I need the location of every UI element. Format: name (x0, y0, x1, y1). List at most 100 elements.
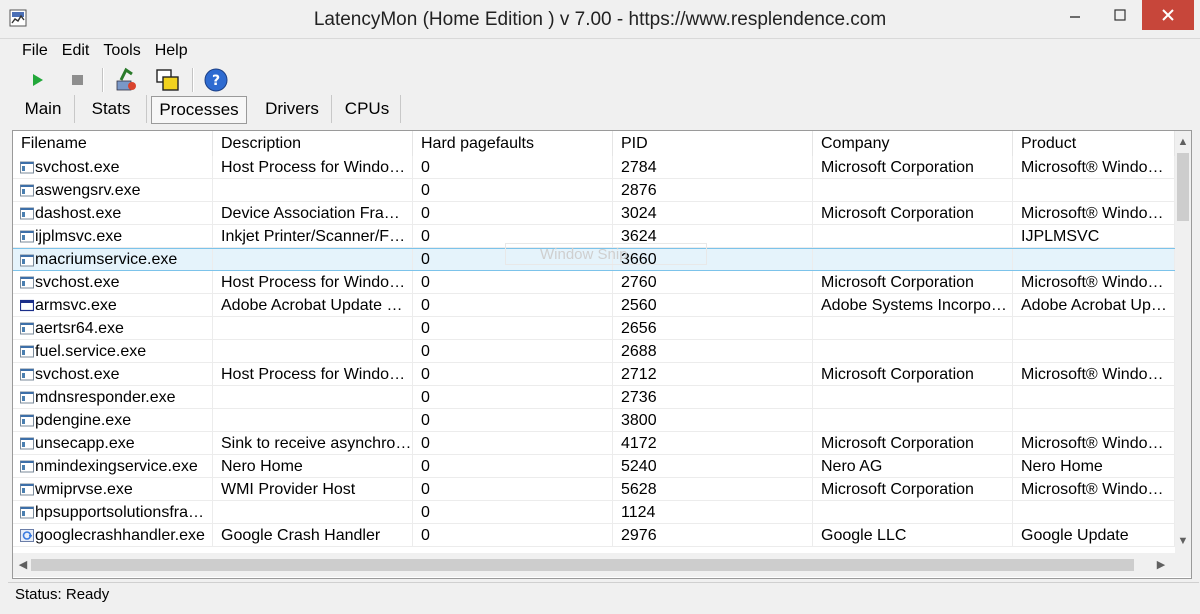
cell-text: 0 (421, 182, 430, 199)
table-row[interactable]: fuel.service.exe 0 2688 (13, 340, 1175, 363)
scroll-right-icon[interactable]: ▶ (1153, 557, 1169, 573)
column-header-pid[interactable]: PID (613, 131, 813, 156)
processes-table: Filename Description Hard pagefaults PID… (12, 130, 1192, 579)
cell-text: aertsr64.exe (35, 320, 124, 337)
table-row[interactable]: hpsupportsolutionsframeworkservice.exe 0 1… (13, 501, 1175, 524)
cell-pid: 3024 (613, 202, 813, 225)
column-header-description[interactable]: Description (213, 131, 413, 156)
horizontal-scroll-thumb[interactable] (31, 559, 1134, 571)
close-button[interactable] (1142, 0, 1194, 30)
exe-icon (20, 437, 34, 450)
scroll-left-icon[interactable]: ◀ (15, 557, 31, 573)
cell-product: Nero Home (1013, 455, 1175, 478)
tab-main[interactable]: Main (12, 95, 75, 123)
table-row[interactable]: nmindexingservice.exe Nero Home 0 5240 Nero … (13, 455, 1175, 478)
cell-text: 4172 (621, 435, 657, 452)
cell-pid: 2688 (613, 340, 813, 363)
scroll-up-icon[interactable]: ▲ (1175, 134, 1191, 150)
cell-text: 0 (421, 320, 430, 337)
cell-description: Host Process for Windows Services (213, 271, 413, 294)
cell-filename: aswengsrv.exe (13, 179, 213, 202)
cell-text: 0 (421, 366, 430, 383)
cell-filename: mdnsresponder.exe (13, 386, 213, 409)
cell-company (813, 501, 1013, 524)
cell-hard-pagefaults: 0 (413, 524, 613, 547)
help-button[interactable]: ? (202, 66, 230, 94)
exe-icon (20, 184, 34, 197)
table-row[interactable]: unsecapp.exe Sink to receive asynchronous… (13, 432, 1175, 455)
cell-text: Microsoft Corporation (821, 159, 974, 176)
table-row[interactable]: aertsr64.exe 0 2656 (13, 317, 1175, 340)
cell-product (1013, 409, 1175, 432)
cell-text: armsvc.exe (35, 297, 117, 314)
cell-text: 5240 (621, 458, 657, 475)
column-header-filename[interactable]: Filename (13, 131, 213, 156)
exe-icon (20, 230, 34, 243)
table-row[interactable]: svchost.exe Host Process for Windows Serv… (13, 271, 1175, 294)
tab-processes[interactable]: Processes (151, 96, 247, 124)
cell-text: Microsoft® Windows® Operating System (1021, 159, 1175, 176)
cell-text: Google Update (1021, 527, 1129, 544)
table-row[interactable]: aswengsrv.exe 0 2876 (13, 179, 1175, 202)
exe-icon (20, 506, 34, 519)
cell-filename: macriumservice.exe (13, 249, 213, 270)
maximize-button[interactable] (1097, 0, 1142, 30)
cell-pid: 2736 (613, 386, 813, 409)
exe-icon (20, 368, 34, 381)
cell-text: 2976 (621, 527, 657, 544)
help-icon: ? (204, 68, 228, 92)
cell-pid: 2976 (613, 524, 813, 547)
cell-company (813, 179, 1013, 202)
cell-description (213, 317, 413, 340)
submit-button[interactable] (112, 66, 140, 94)
cell-product: Microsoft® Windows® Operating System (1013, 156, 1175, 179)
table-row[interactable]: googlecrashhandler.exe Google Crash Handl… (13, 524, 1175, 547)
vertical-scrollbar[interactable]: ▲ ▼ (1175, 131, 1191, 553)
column-header-hard-pagefaults[interactable]: Hard pagefaults (413, 131, 613, 156)
table-row[interactable]: svchost.exe Host Process for Windows Serv… (13, 156, 1175, 179)
menu-file[interactable]: File (12, 40, 53, 62)
column-header-company[interactable]: Company (813, 131, 1013, 156)
maximize-icon (1113, 9, 1126, 21)
cell-hard-pagefaults: 0 (413, 409, 613, 432)
table-row[interactable]: svchost.exe Host Process for Windows Serv… (13, 363, 1175, 386)
cell-text: nmindexingservice.exe (35, 458, 198, 475)
cell-text: Microsoft® Windows® Operating System (1021, 481, 1175, 498)
horizontal-scrollbar[interactable]: ◀ ▶ (13, 553, 1175, 577)
table-row[interactable]: dashost.exe Device Association Framework … (13, 202, 1175, 225)
windows-button[interactable] (154, 66, 182, 94)
start-button[interactable] (24, 66, 52, 94)
cell-filename: aertsr64.exe (13, 317, 213, 340)
minimize-button[interactable] (1052, 0, 1097, 30)
exe-icon (20, 483, 34, 496)
cell-filename: hpsupportsolutionsframeworkservice.exe (13, 501, 213, 524)
cell-text: googlecrashhandler.exe (35, 527, 205, 544)
table-row[interactable]: pdengine.exe 0 3800 (13, 409, 1175, 432)
menu-help[interactable]: Help (146, 40, 193, 62)
cell-text: 2656 (621, 320, 657, 337)
cell-company: Microsoft Corporation (813, 478, 1013, 501)
play-icon (33, 74, 43, 86)
menu-tools[interactable]: Tools (94, 40, 145, 62)
stop-button[interactable] (64, 66, 92, 94)
cell-description: Inkjet Printer/Scanner/Fax Extended Surv… (213, 225, 413, 248)
cell-product (1013, 501, 1175, 524)
cell-text: svchost.exe (35, 366, 120, 383)
tab-cpus[interactable]: CPUs (334, 95, 401, 123)
cell-pid: 1124 (613, 501, 813, 524)
tab-stats[interactable]: Stats (76, 95, 147, 123)
column-header-product[interactable]: Product (1013, 131, 1175, 156)
table-row[interactable]: mdnsresponder.exe 0 2736 (13, 386, 1175, 409)
tab-drivers-label: Drivers (265, 99, 319, 118)
cell-product: Google Update (1013, 524, 1175, 547)
cell-text: 2688 (621, 343, 657, 360)
cell-pid: 2784 (613, 156, 813, 179)
tab-drivers[interactable]: Drivers (253, 95, 332, 123)
cell-filename: fuel.service.exe (13, 340, 213, 363)
table-row[interactable]: armsvc.exe Adobe Acrobat Update Service 0 2… (13, 294, 1175, 317)
vertical-scroll-thumb[interactable] (1177, 153, 1189, 221)
cell-text: 0 (421, 297, 430, 314)
scroll-down-icon[interactable]: ▼ (1175, 533, 1191, 549)
table-row[interactable]: wmiprvse.exe WMI Provider Host 0 5628 Micros… (13, 478, 1175, 501)
menu-edit[interactable]: Edit (53, 40, 95, 62)
